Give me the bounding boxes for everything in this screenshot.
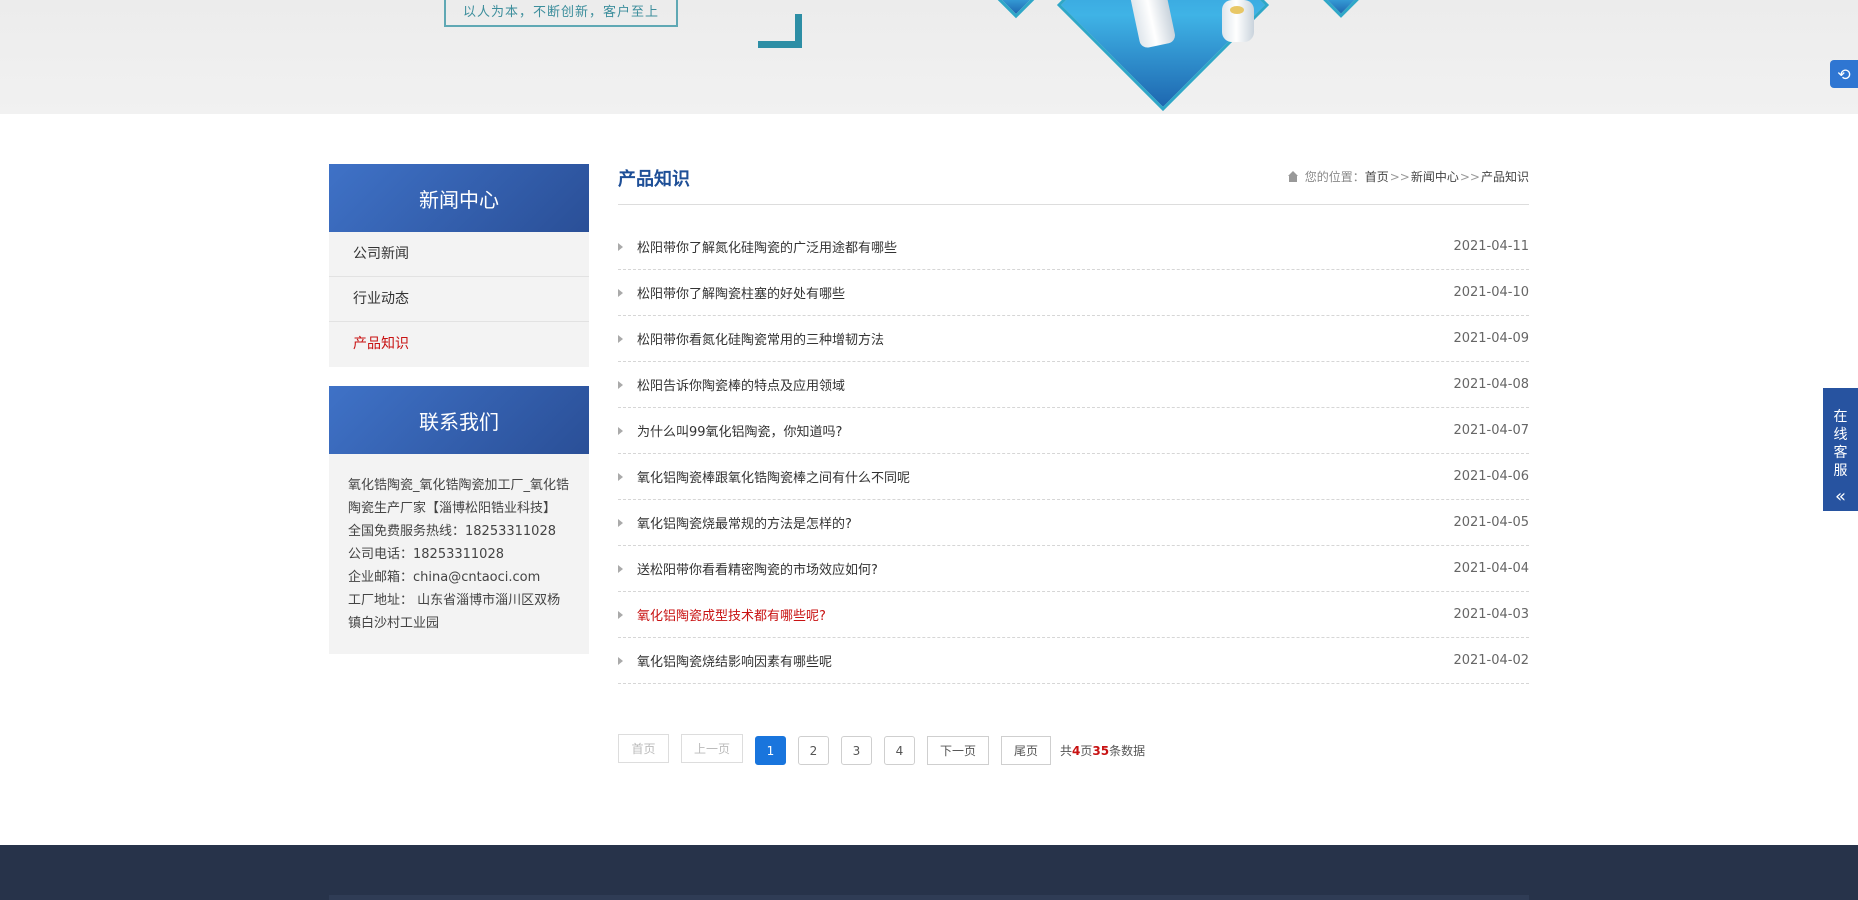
sidebar-item-company-news[interactable]: 公司新闻 bbox=[329, 232, 589, 277]
article-date: 2021-04-03 bbox=[1453, 607, 1529, 622]
bullet-arrow-icon bbox=[618, 426, 623, 435]
article-date: 2021-04-10 bbox=[1453, 285, 1529, 300]
bullet-arrow-icon bbox=[618, 334, 623, 343]
article-link[interactable]: 送松阳带你看看精密陶瓷的市场效应如何? bbox=[637, 559, 1453, 578]
contact-phone: 公司电话：18253311028 bbox=[348, 547, 504, 562]
contact-email: 企业邮箱：china@cntaoci.com bbox=[348, 570, 541, 585]
page-3-button[interactable]: 3 bbox=[841, 736, 872, 765]
page-title: 产品知识 bbox=[618, 169, 690, 190]
page-4-button[interactable]: 4 bbox=[884, 736, 915, 765]
breadcrumb: 您的位置： 首页 >> 新闻中心 >> 产品知识 bbox=[1287, 168, 1529, 185]
bullet-arrow-icon bbox=[618, 656, 623, 665]
list-item: 为什么叫99氧化铝陶瓷，你知道吗? 2021-04-07 bbox=[618, 408, 1529, 454]
page-1-button[interactable]: 1 bbox=[755, 736, 786, 765]
article-date: 2021-04-05 bbox=[1453, 515, 1529, 530]
article-link[interactable]: 松阳带你了解陶瓷柱塞的好处有哪些 bbox=[637, 283, 1453, 302]
contact-address: 工厂地址： 山东省淄博市淄川区双杨镇白沙村工业园 bbox=[348, 593, 561, 631]
page-2-button[interactable]: 2 bbox=[798, 736, 829, 765]
list-item: 松阳告诉你陶瓷棒的特点及应用领域 2021-04-08 bbox=[618, 362, 1529, 408]
online-service-tab[interactable]: 在 线 客 服 « bbox=[1823, 388, 1858, 511]
article-link[interactable]: 氧化铝陶瓷棒跟氧化锆陶瓷棒之间有什么不同呢 bbox=[637, 467, 1453, 486]
contact-hotline: 全国免费服务热线：18253311028 bbox=[348, 524, 556, 539]
banner-slogan: 以人为本，不断创新，客户至上 bbox=[444, 0, 678, 27]
list-item: 松阳带你了解陶瓷柱塞的好处有哪些 2021-04-10 bbox=[618, 270, 1529, 316]
article-link[interactable]: 氧化铝陶瓷烧结影响因素有哪些呢 bbox=[637, 651, 1453, 670]
list-item: 松阳带你看氮化硅陶瓷常用的三种增韧方法 2021-04-09 bbox=[618, 316, 1529, 362]
list-item: 送松阳带你看看精密陶瓷的市场效应如何? 2021-04-04 bbox=[618, 546, 1529, 592]
first-page-button[interactable]: 首页 bbox=[618, 734, 669, 763]
article-link[interactable]: 松阳带你了解氮化硅陶瓷的广泛用途都有哪些 bbox=[637, 237, 1453, 256]
sidebar-news-heading: 新闻中心 bbox=[329, 164, 589, 232]
list-item: 松阳带你了解氮化硅陶瓷的广泛用途都有哪些 2021-04-11 bbox=[618, 224, 1529, 270]
breadcrumb-separator: >> bbox=[1389, 169, 1410, 184]
breadcrumb-prefix: 您的位置： bbox=[1304, 170, 1365, 184]
article-date: 2021-04-06 bbox=[1453, 469, 1529, 484]
prev-page-button[interactable]: 上一页 bbox=[681, 734, 743, 763]
article-link[interactable]: 氧化铝陶瓷烧最常规的方法是怎样的? bbox=[637, 513, 1453, 532]
bullet-arrow-icon bbox=[618, 288, 623, 297]
breadcrumb-home-link[interactable]: 首页 bbox=[1365, 168, 1389, 185]
bullet-arrow-icon bbox=[618, 518, 623, 527]
sidebar-item-product-knowledge[interactable]: 产品知识 bbox=[329, 322, 589, 367]
banner-diamond-image-left bbox=[987, 0, 1045, 19]
breadcrumb-separator: >> bbox=[1459, 169, 1480, 184]
double-chevron-left-icon[interactable]: « bbox=[1835, 488, 1846, 506]
pagination-summary: 共4页35条数据 bbox=[1060, 744, 1146, 758]
article-link[interactable]: 松阳带你看氮化硅陶瓷常用的三种增韧方法 bbox=[637, 329, 1453, 348]
next-page-button[interactable]: 下一页 bbox=[927, 736, 989, 765]
article-date: 2021-04-04 bbox=[1453, 561, 1529, 576]
bullet-arrow-icon bbox=[618, 610, 623, 619]
bullet-arrow-icon bbox=[618, 564, 623, 573]
sidebar-nav: 公司新闻 行业动态 产品知识 bbox=[329, 232, 589, 367]
bullet-arrow-icon bbox=[618, 380, 623, 389]
list-item: 氧化铝陶瓷棒跟氧化锆陶瓷棒之间有什么不同呢 2021-04-06 bbox=[618, 454, 1529, 500]
article-link[interactable]: 松阳告诉你陶瓷棒的特点及应用领域 bbox=[637, 375, 1453, 394]
article-date: 2021-04-08 bbox=[1453, 377, 1529, 392]
pagination: 首页 上一页 1 2 3 4 下一页 尾页 共4页35条数据 bbox=[618, 734, 1146, 765]
contact-company: 氧化锆陶瓷_氧化锆陶瓷加工厂_氧化锆陶瓷生产厂家【淄博松阳锆业科技】 bbox=[348, 478, 570, 516]
list-item: 氧化铝陶瓷烧结影响因素有哪些呢 2021-04-02 bbox=[618, 638, 1529, 684]
article-list: 松阳带你了解氮化硅陶瓷的广泛用途都有哪些 2021-04-11 松阳带你了解陶瓷… bbox=[618, 224, 1529, 684]
article-date: 2021-04-07 bbox=[1453, 423, 1529, 438]
footer bbox=[0, 845, 1858, 900]
list-item: 氧化铝陶瓷成型技术都有哪些呢? 2021-04-03 bbox=[618, 592, 1529, 638]
total-items: 35 bbox=[1092, 744, 1110, 758]
home-icon bbox=[1287, 170, 1299, 183]
sidebar-contact-heading: 联系我们 bbox=[329, 386, 589, 454]
bullet-arrow-icon bbox=[618, 472, 623, 481]
article-link[interactable]: 氧化铝陶瓷成型技术都有哪些呢? bbox=[637, 605, 1453, 624]
article-date: 2021-04-09 bbox=[1453, 331, 1529, 346]
footer-divider bbox=[329, 895, 1529, 900]
banner-corner-decoration bbox=[758, 14, 802, 48]
share-icon[interactable]: ⟲ bbox=[1830, 60, 1858, 88]
list-item: 氧化铝陶瓷烧最常规的方法是怎样的? 2021-04-05 bbox=[618, 500, 1529, 546]
top-banner: 以人为本，不断创新，客户至上 bbox=[0, 0, 1858, 114]
bullet-arrow-icon bbox=[618, 242, 623, 251]
article-link[interactable]: 为什么叫99氧化铝陶瓷，你知道吗? bbox=[637, 421, 1453, 440]
article-date: 2021-04-02 bbox=[1453, 653, 1529, 668]
ceramic-tube-image bbox=[1222, 0, 1254, 42]
title-divider bbox=[618, 204, 1529, 205]
sidebar-item-industry-news[interactable]: 行业动态 bbox=[329, 277, 589, 322]
article-date: 2021-04-11 bbox=[1453, 239, 1529, 254]
last-page-button[interactable]: 尾页 bbox=[1001, 736, 1051, 765]
breadcrumb-section-link[interactable]: 新闻中心 bbox=[1411, 168, 1459, 185]
contact-info: 氧化锆陶瓷_氧化锆陶瓷加工厂_氧化锆陶瓷生产厂家【淄博松阳锆业科技】 全国免费服… bbox=[329, 454, 589, 654]
banner-diamond-image-right bbox=[1314, 0, 1368, 18]
breadcrumb-current[interactable]: 产品知识 bbox=[1481, 168, 1529, 185]
